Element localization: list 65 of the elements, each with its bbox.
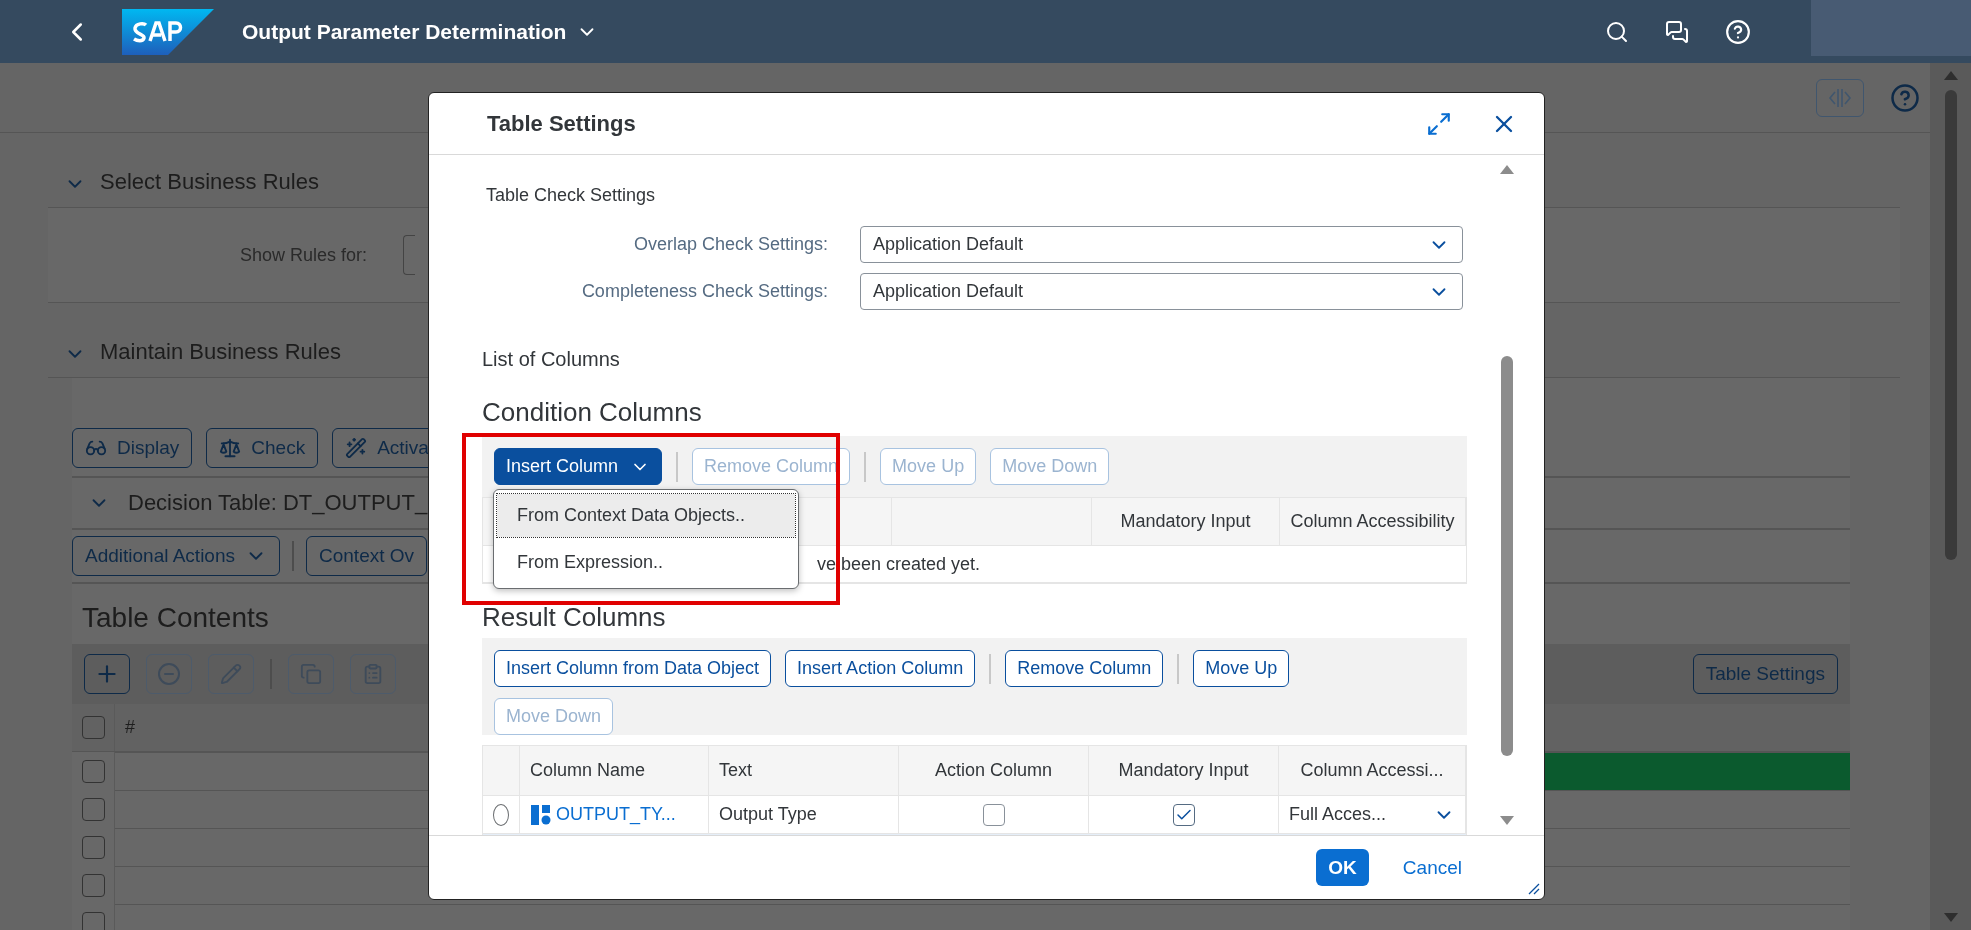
field-label: Overlap Check Settings: [632,234,829,255]
section-title: Maintain Business Rules [100,339,341,365]
section-title: Select Business Rules [100,169,319,195]
row-checkbox[interactable] [81,759,105,783]
menu-button[interactable]: Insert Column [494,448,663,485]
section-title: Condition Columns [482,397,702,428]
column-header: Mandatory Input [1120,511,1251,532]
data-object-icon [530,803,552,826]
magic-wand-icon [345,437,368,459]
group-title: List of Columns [482,348,620,371]
checkbox[interactable] [982,803,1005,826]
table-title: Table Contents [82,602,269,634]
column-header: Column Name [530,760,646,781]
logo-icon[interactable] [122,8,214,55]
select-field[interactable] [403,235,416,275]
row-radio[interactable] [493,803,509,826]
column-header: # [124,717,135,738]
edit-icon[interactable] [208,654,254,694]
paste-icon[interactable] [350,654,396,694]
column-header: Action Column [934,760,1053,781]
table-cell: Output Type [719,804,817,825]
cancel-button[interactable]: Cancel [1390,849,1474,886]
column-header: Text [719,760,752,781]
chat-icon[interactable] [1665,19,1689,44]
toolbar-button[interactable]: Context Ov [306,536,428,576]
no-data-text: ve been created yet. [817,553,981,575]
checkbox[interactable] [1172,803,1195,826]
toolbar-button[interactable]: Insert Column from Data Object [494,650,772,687]
split-arrows-icon [1827,86,1853,109]
select-field[interactable]: Application Default [860,273,1463,310]
toolbar-button[interactable]: Move Up [1193,650,1290,687]
menu-item[interactable]: From Context Data Objects.. [497,494,795,537]
remove-icon[interactable] [146,654,192,694]
resize-grip-icon[interactable] [1526,881,1540,895]
app-title[interactable]: Output Parameter Determination [242,19,567,44]
copy-icon[interactable] [288,654,334,694]
toolbar-button[interactable]: Check [206,428,319,468]
select-field[interactable]: Application Default [860,226,1463,263]
row-checkbox[interactable] [81,835,105,859]
ok-button[interactable]: OK [1316,849,1369,886]
row-checkbox[interactable] [81,797,105,821]
search-icon[interactable] [1605,19,1629,44]
toolbar-button[interactable]: Display [72,428,193,468]
toolbar-button[interactable]: Insert Action Column [785,650,976,687]
row-checkbox[interactable] [81,911,105,930]
add-icon[interactable] [84,654,130,694]
select-field[interactable]: Full Acces... [1289,797,1455,832]
menu-item[interactable]: From Expression.. [497,541,795,584]
column-header: Column Accessi... [1300,760,1444,781]
group-title: Table Check Settings [486,185,656,206]
menu-button[interactable]: Additional Actions [72,536,280,576]
scale-icon [219,437,242,459]
column-name-link[interactable]: OUTPUT_TY... [556,804,676,825]
toolbar-button[interactable]: Remove Column [1005,650,1164,687]
select-all-checkbox[interactable] [81,716,105,739]
expand-icon[interactable] [1426,110,1452,137]
field-label: Completeness Check Settings: [580,281,829,302]
section-title: Decision Table: DT_OUTPUT_ [128,490,428,516]
column-header: Mandatory Input [1118,760,1249,781]
section-title: Result Columns [482,602,666,633]
column-header: Column Accessibility [1290,511,1455,532]
field-label: Show Rules for: [240,244,368,266]
page-scrollbar[interactable] [1930,63,1971,930]
row-checkbox[interactable] [81,873,105,897]
dialog-title: Table Settings [487,110,636,137]
